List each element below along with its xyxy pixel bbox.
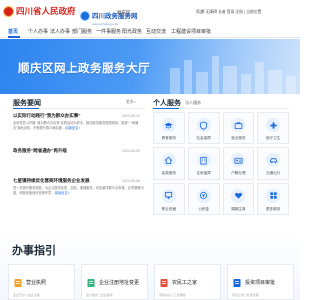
guide-section: 办事指引 营业执照 企业开办 | 企业注销 企业注册地址变更 法人服务 | 企业…: [0, 232, 300, 300]
nav-one-thing[interactable]: 一件事服务: [96, 28, 121, 35]
building-icon: [87, 279, 95, 287]
service-item-transport[interactable]: 交通出行: [257, 147, 289, 180]
home-icon: [161, 153, 176, 168]
guide-card-project-approval[interactable]: 投资项目审批 项目立项 | 投资管理: [227, 264, 294, 300]
service-item-label: 交通出行: [265, 171, 281, 176]
news-item-summary: 全体党员以开展 “我为群众办实事”实践活动为抓手，推动政务服务提质增效，推进“一…: [13, 121, 145, 131]
news-item-date: 2024-05-09: [122, 148, 140, 153]
national-emblem-icon: [3, 5, 14, 17]
car-icon: [266, 153, 281, 168]
nav-personal[interactable]: 个人办事: [28, 28, 48, 35]
guide-card-tags: 项目立项 | 投资管理: [232, 293, 259, 297]
news-read-more-link[interactable]: 阅读全文>: [55, 191, 70, 195]
service-item-civil-affairs[interactable]: 民政服务: [153, 147, 185, 180]
heart-icon: [231, 188, 246, 203]
coin-icon: [196, 188, 211, 203]
id-card-icon: [231, 153, 246, 168]
services-panel: 个人服务 法人服务 教育服务 社会保障 就业服务 医疗卫生 民政服务 住房保障: [153, 94, 289, 224]
service-item-label: 医疗卫生: [265, 136, 281, 140]
nav-interaction[interactable]: 互动交流: [146, 28, 166, 35]
guide-card-tags: 法人服务 | 企业事项: [86, 293, 113, 297]
guide-card-migrant-workers[interactable]: 农民工之家 劳动关系 | 工资保障: [154, 264, 221, 300]
nav-active-indicator: [8, 36, 20, 38]
news-section-title: 服务要闻: [13, 100, 41, 107]
services-tab-underline: [153, 107, 179, 109]
news-title-underline: [13, 107, 39, 109]
news-item-date: 2024-05-10: [122, 113, 140, 118]
service-item-housing[interactable]: 住房保障: [187, 147, 220, 180]
nav-open-gov[interactable]: 阳光政务: [122, 28, 142, 35]
service-item-label: 社会保障: [196, 136, 211, 140]
guide-card-business-license[interactable]: 营业执照 企业开办 | 企业注销: [8, 264, 75, 300]
service-item-medical[interactable]: 医疗卫生: [257, 112, 289, 145]
graduation-icon: [161, 118, 176, 132]
service-item-label: 职业资格: [161, 206, 177, 211]
license-icon: [14, 279, 22, 287]
news-item-summary: 进一步提升服务效能，为企业提供优质、高效、便捷服务，切实解决群众办事难、办事慢等…: [13, 186, 145, 196]
main-nav: 首页 个人办事 法人办事 部门服务 一件事服务 阳光政务 互动交流 工程建设项目…: [0, 26, 300, 38]
service-item-social-security[interactable]: 社会保障: [187, 112, 220, 145]
hero-banner: 顺庆区网上政务服务大厅: [0, 39, 300, 94]
service-item-label: 公积金: [198, 206, 210, 211]
service-item-label: 户籍办理: [231, 171, 246, 176]
guide-section-title: 办事指引: [12, 245, 56, 257]
service-item-label: 就业服务: [231, 136, 246, 140]
nav-home[interactable]: 首页: [8, 28, 18, 35]
service-grid: 教育服务 社会保障 就业服务 医疗卫生 民政服务 住房保障 户籍办理 交通出行: [153, 112, 289, 215]
service-item-household[interactable]: 户籍办理: [222, 147, 255, 180]
guide-card-address-change[interactable]: 企业注册地址变更 法人服务 | 企业事项: [81, 264, 148, 300]
service-item-label: 民政服务: [161, 171, 177, 176]
tab-personal-services[interactable]: 个人服务: [153, 98, 181, 108]
portal-emblem-icon: [80, 10, 90, 21]
document-icon: [233, 279, 241, 287]
news-read-more-link[interactable]: 阅读全文>: [65, 126, 80, 130]
guide-card-title: 农民工之家: [172, 280, 198, 286]
news-item-date: 2024-05-08: [122, 178, 140, 183]
service-item-provident-fund[interactable]: 公积金: [187, 182, 220, 215]
service-item-label: 教育服务: [161, 136, 177, 140]
service-item-label: 婚姻生育: [231, 206, 246, 211]
banner-title: 顺庆区网上政务服务大厅: [18, 63, 150, 75]
news-more-link[interactable]: 更多>: [126, 100, 136, 105]
tab-legal-services[interactable]: 法人服务: [185, 100, 201, 106]
shield-icon: [196, 118, 211, 132]
briefcase-icon: [231, 118, 246, 132]
service-item-education[interactable]: 教育服务: [153, 112, 185, 145]
guide-card-title: 投资项目审批: [245, 280, 276, 286]
news-item-title[interactable]: 以实际行动践行“我为群众办实事”: [13, 113, 113, 119]
certificate-icon: [161, 188, 176, 203]
guide-card-tags: 企业开办 | 企业注销: [13, 293, 40, 297]
top-header: 四川省人民政府 四川政务服务网 www.sczwfw.gov.cn 顺庆区 简|…: [0, 0, 300, 26]
people-icon: [160, 279, 168, 287]
news-section: 服务要闻 更多> 以实际行动践行“我为群众办实事” 2024-05-10 全体党…: [13, 94, 145, 234]
district-switcher[interactable]: 顺庆区: [117, 10, 131, 16]
guide-card-title: 营业执照: [26, 280, 47, 286]
nav-department[interactable]: 部门服务: [72, 28, 92, 35]
nav-legal[interactable]: 法人办事: [50, 28, 70, 35]
utility-links[interactable]: 简|繁 无障碍 长者 登录 注册 | 当前位置: [196, 10, 261, 15]
sichuan-gov-logo-text: 四川省人民政府: [16, 6, 76, 16]
service-item-more[interactable]: 更多服务: [257, 182, 289, 215]
skyline-illustration: [170, 56, 296, 94]
guide-card-tags: 劳动关系 | 工资保障: [159, 293, 186, 297]
guide-cards: 营业执照 企业开办 | 企业注销 企业注册地址变更 法人服务 | 企业事项 农民…: [8, 264, 294, 300]
news-item-title[interactable]: 七星镇持续优化营商环境服务企业发展: [13, 178, 113, 184]
service-item-marriage[interactable]: 婚姻生育: [222, 182, 255, 215]
news-item-summary-text: 进一步提升服务效能，为企业提供优质、高效、便捷服务，切实解决群众办事难、办事慢等…: [13, 186, 144, 195]
building-icon: [196, 153, 211, 168]
guide-card-title: 企业注册地址变更: [99, 280, 140, 286]
sichuan-gov-logo[interactable]: 四川省人民政府: [3, 5, 76, 17]
service-item-label: 更多服务: [265, 206, 281, 211]
service-item-employment[interactable]: 就业服务: [222, 112, 255, 145]
service-item-qualification[interactable]: 职业资格: [153, 182, 185, 215]
service-item-label: 住房保障: [196, 171, 211, 176]
grid-icon: [266, 188, 281, 203]
medical-icon: [266, 118, 281, 132]
nav-engineering[interactable]: 工程建设项目审批: [171, 28, 211, 35]
news-item-title[interactable]: 政务服务“跨省通办”再升级: [13, 148, 113, 154]
